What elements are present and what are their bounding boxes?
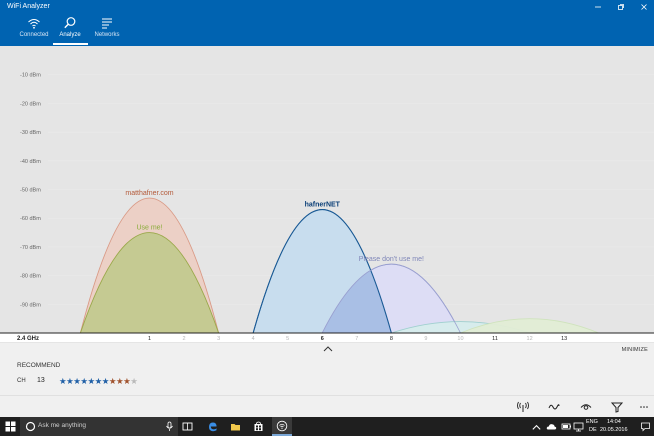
y-tick-label: -90 dBm <box>20 302 41 308</box>
cortana-search-box[interactable]: Ask me anything <box>20 417 178 436</box>
rating-star-icon: ★ <box>80 376 88 386</box>
action-center-icon[interactable] <box>640 421 651 432</box>
minimize-panel-button[interactable]: MINIMIZE <box>622 347 648 353</box>
command-bar <box>0 395 654 418</box>
analyze-search-icon <box>64 17 76 29</box>
x-tick-label: 4 <box>252 336 255 342</box>
network-label: hafnerNET <box>305 202 341 209</box>
rating-star-icon: ★ <box>66 376 74 386</box>
y-tick-label: -40 dBm <box>20 159 41 165</box>
minimize-icon <box>595 6 601 8</box>
windows-taskbar: Ask me anything ENG DE 14:04 20.05.2016 <box>0 417 654 436</box>
windows-start-icon[interactable] <box>5 421 16 432</box>
rating-star-icon: ★ <box>101 376 110 386</box>
y-tick-label: -70 dBm <box>20 245 41 251</box>
rating-star-icon: ★ <box>108 376 117 386</box>
minimize-window-button[interactable] <box>586 0 610 14</box>
edge-browser-icon[interactable] <box>207 421 218 432</box>
y-tick-label: -80 dBm <box>20 274 41 280</box>
chevron-up-icon[interactable] <box>322 343 334 355</box>
eye-icon[interactable] <box>580 401 592 413</box>
wifi-analyzer-app: WiFi Analyzer Connected Analyze Networks… <box>0 0 654 436</box>
restore-icon <box>618 4 624 10</box>
y-tick-label: -10 dBm <box>20 73 41 79</box>
wifi-icon <box>28 19 40 29</box>
x-tick-label: 7 <box>355 336 358 342</box>
more-icon[interactable] <box>638 401 650 413</box>
search-placeholder: Ask me anything <box>38 422 87 429</box>
x-axis-band <box>0 333 654 342</box>
window-title: WiFi Analyzer <box>7 3 50 10</box>
maximize-window-button[interactable] <box>609 0 633 14</box>
wave-icon[interactable] <box>548 401 560 413</box>
channel-label: CH <box>17 378 26 384</box>
x-tick-label: 2 <box>183 336 186 342</box>
rating-star-icon: ★ <box>130 376 138 386</box>
network-tray-icon[interactable] <box>573 421 584 432</box>
close-icon <box>641 4 647 10</box>
x-tick-label: 3 <box>217 336 220 342</box>
clock-date: 20.05.2016 <box>600 427 628 433</box>
channel-graph: -10 dBm -20 dBm -30 dBm -40 dBm -50 dBm -60 d… <box>0 46 654 342</box>
x-tick-label: 10 <box>457 336 463 342</box>
signal-tower-icon[interactable] <box>517 401 529 413</box>
active-tab-indicator <box>53 43 88 45</box>
language-indicator[interactable]: ENG <box>586 419 598 425</box>
x-tick-label: 5 <box>286 336 289 342</box>
rating-star-icon: ★ <box>73 376 81 386</box>
network-label: matthafner.com <box>125 190 173 197</box>
store-icon[interactable] <box>253 421 264 432</box>
network-label: Use me! <box>136 225 162 232</box>
x-tick-label: 11 <box>492 336 498 342</box>
x-tick-label: 13 <box>561 336 567 342</box>
battery-icon[interactable] <box>561 421 572 432</box>
rating-star-icon: ★ <box>123 376 131 386</box>
file-explorer-icon[interactable] <box>230 421 241 432</box>
cortana-circle-icon <box>25 421 36 432</box>
expand-bar: MINIMIZE <box>0 343 654 357</box>
title-nav-bar: WiFi Analyzer Connected Analyze Networks <box>0 0 654 46</box>
x-tick-label: 9 <box>424 336 427 342</box>
y-tick-label: -60 dBm <box>20 216 41 222</box>
filter-icon[interactable] <box>611 401 623 413</box>
nav-tab-connected-label: Connected <box>19 32 49 38</box>
network-label: Please don't use me! <box>359 256 424 263</box>
wifi-analyzer-app-icon <box>276 420 288 432</box>
task-view-icon[interactable] <box>182 421 193 432</box>
onedrive-cloud-icon[interactable] <box>546 421 557 432</box>
recommend-panel: RECOMMEND CH 13 ★★★★★★★★★★★ <box>0 357 654 395</box>
nav-tab-networks[interactable]: Networks <box>85 16 129 44</box>
channel-rating: ★★★★★★★★★★★ <box>59 376 138 387</box>
rating-star-icon: ★ <box>116 376 124 386</box>
nav-tab-analyze-label: Analyze <box>59 32 81 38</box>
x-tick-label: 12 <box>527 336 533 342</box>
chevron-up-tray-icon[interactable] <box>531 422 542 433</box>
rating-star-icon: ★ <box>94 376 103 386</box>
wifi-analyzer-taskbar-button[interactable] <box>272 417 292 436</box>
recommend-heading: RECOMMEND <box>17 362 61 369</box>
x-tick-label: 1 <box>148 336 151 342</box>
band-label: 2.4 GHz <box>17 336 39 342</box>
x-tick-label: 8 <box>390 336 393 342</box>
microphone-icon[interactable] <box>165 421 174 432</box>
language-sub-indicator: DE <box>589 427 597 433</box>
rating-star-icon: ★ <box>59 376 67 386</box>
y-tick-label: -20 dBm <box>20 101 41 107</box>
y-tick-label: -50 dBm <box>20 188 41 194</box>
clock-time[interactable]: 14:04 <box>607 419 621 425</box>
networks-list-icon <box>102 18 112 29</box>
recommended-channel: 13 <box>37 377 45 384</box>
nav-tab-networks-label: Networks <box>94 32 120 38</box>
close-window-button[interactable] <box>632 0 654 14</box>
x-tick-label: 6 <box>321 336 324 342</box>
y-tick-label: -30 dBm <box>20 130 41 136</box>
rating-star-icon: ★ <box>87 376 96 386</box>
